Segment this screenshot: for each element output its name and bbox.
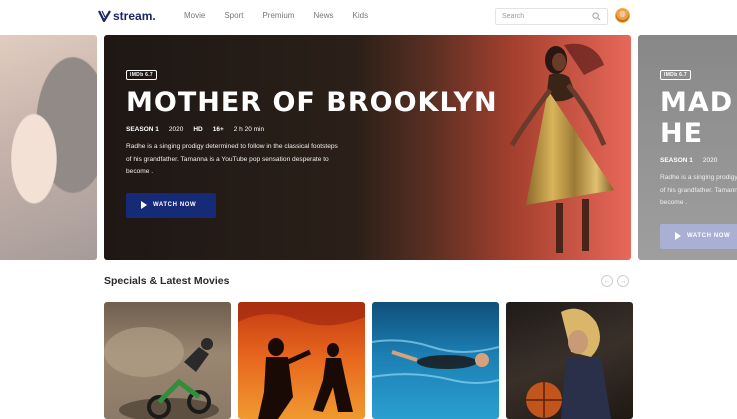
carousel-prev-slide[interactable] <box>0 35 97 260</box>
motocross-image <box>104 327 219 419</box>
next-slide-title: MAD IN HE <box>660 87 737 149</box>
next-play-icon <box>675 232 681 240</box>
next-slide-content: IMDb 6.7 MAD IN HE SEASON 1 2020 Radhe i… <box>660 63 737 249</box>
quality-label: HD <box>193 126 203 133</box>
watch-now-button[interactable]: WATCH NOW <box>126 192 216 218</box>
logo[interactable]: stream. <box>98 9 156 23</box>
hero-content: IMDb 6.7 MOTHER OF BROOKLYN SEASON 1 202… <box>126 63 498 218</box>
movie-list <box>104 302 633 419</box>
top-header: stream. Movie Sport Premium News Kids Se… <box>0 0 737 34</box>
next-season-label: SEASON 1 <box>660 157 693 164</box>
nav-item-sport[interactable]: Sport <box>224 11 243 20</box>
search-input[interactable]: Search <box>502 13 592 20</box>
hero-banner: IMDb 6.7 MOTHER OF BROOKLYN SEASON 1 202… <box>104 35 631 260</box>
imdb-badge: IMDb 6.7 <box>126 70 157 80</box>
movie-card-basketball[interactable] <box>506 302 633 419</box>
search-box[interactable]: Search <box>495 8 608 25</box>
avatar[interactable] <box>615 8 630 23</box>
swimmer-image <box>372 339 499 384</box>
chevron-left-icon[interactable]: ← <box>601 275 613 287</box>
movie-card-swimmer[interactable] <box>372 302 499 419</box>
silhouette-image <box>238 302 365 419</box>
next-year-label: 2020 <box>702 157 718 164</box>
next-slide-meta: SEASON 1 2020 <box>660 157 737 164</box>
chevron-right-icon[interactable]: → <box>617 275 629 287</box>
nav-item-kids[interactable]: Kids <box>353 11 369 20</box>
next-imdb-badge: IMDb 6.7 <box>660 70 691 80</box>
nav-item-movie[interactable]: Movie <box>184 11 205 20</box>
next-watch-now-button[interactable]: WATCH NOW <box>660 223 737 249</box>
logo-icon <box>98 10 111 22</box>
season-label: SEASON 1 <box>126 126 159 133</box>
next-watch-now-label: WATCH NOW <box>687 233 731 239</box>
nav-item-news[interactable]: News <box>313 11 333 20</box>
main-nav: Movie Sport Premium News Kids <box>184 11 387 20</box>
carousel-next-slide[interactable]: IMDb 6.7 MAD IN HE SEASON 1 2020 Radhe i… <box>638 35 737 260</box>
hero-description: Radhe is a singing prodigy determined to… <box>126 143 338 175</box>
section-title: Specials & Latest Movies <box>104 275 230 287</box>
basketball-image <box>526 308 611 419</box>
rating-label: 16+ <box>212 126 224 133</box>
year-label: 2020 <box>168 126 184 133</box>
hero-title: MOTHER OF BROOKLYN <box>126 87 498 118</box>
logo-text: stream. <box>113 9 156 23</box>
movie-card-silhouette[interactable] <box>238 302 365 419</box>
hero-meta: SEASON 1 2020 HD 16+ 2 h 20 min <box>126 126 498 133</box>
search-icon[interactable] <box>592 12 601 21</box>
next-slide-description: Radhe is a singing prodigy determined to… <box>660 174 737 206</box>
movie-card-motocross[interactable] <box>104 302 231 419</box>
watch-now-label: WATCH NOW <box>153 202 197 208</box>
play-icon <box>141 201 147 209</box>
nav-item-premium[interactable]: Premium <box>262 11 294 20</box>
duration-label: 2 h 20 min <box>233 126 265 133</box>
